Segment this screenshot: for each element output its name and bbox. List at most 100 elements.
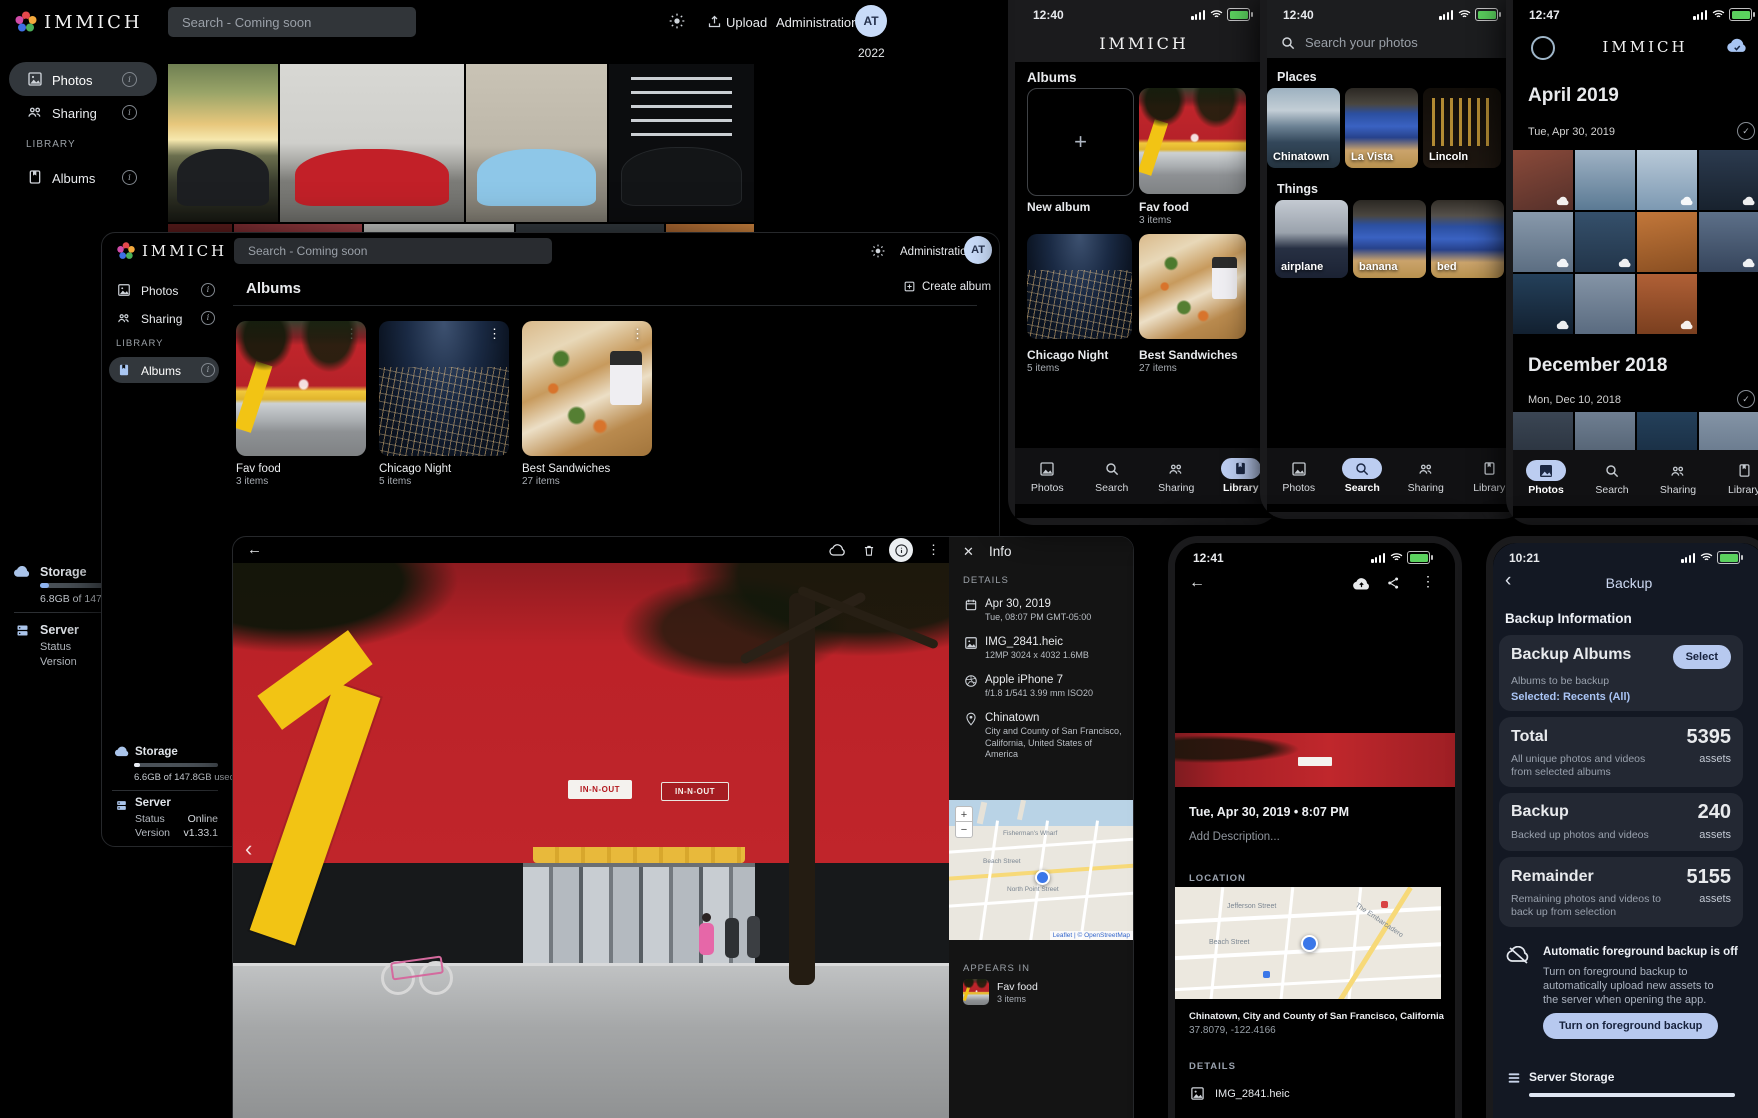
- appears-in-album-thumb[interactable]: [963, 979, 989, 1005]
- photo-viewer[interactable]: IN-N-OUT IN-N-OUT ‹: [233, 563, 949, 1118]
- thing-tile-airplane[interactable]: airplane: [1275, 200, 1348, 278]
- theme-toggle-sun-icon[interactable]: [870, 243, 886, 259]
- theme-toggle-sun-icon[interactable]: [668, 12, 686, 30]
- new-album-card[interactable]: +: [1027, 88, 1134, 196]
- tab-photos[interactable]: Photos: [1267, 448, 1331, 504]
- sidebar-label-albums: Albums: [141, 364, 181, 379]
- back-icon[interactable]: ←: [247, 541, 262, 560]
- tab-search-selected[interactable]: Search: [1331, 448, 1395, 504]
- photo-tile[interactable]: [1575, 150, 1635, 210]
- avatar[interactable]: AT: [855, 5, 887, 37]
- info-icon[interactable]: i: [201, 283, 215, 297]
- description-placeholder[interactable]: Add Description...: [1189, 830, 1280, 844]
- photo-thumbnail[interactable]: [168, 64, 278, 222]
- map[interactable]: Jefferson Street Beach Street The Embarc…: [1175, 887, 1441, 999]
- info-icon[interactable]: i: [122, 72, 137, 87]
- back-icon[interactable]: ←: [1189, 573, 1205, 593]
- thing-tile-bed[interactable]: bed: [1431, 200, 1504, 278]
- place-tile-lincoln[interactable]: Lincoln: [1423, 88, 1501, 168]
- photo-tile[interactable]: [1637, 274, 1697, 334]
- detail-place: Chinatown: [985, 711, 1039, 725]
- immich-logo[interactable]: IMMICH: [14, 8, 134, 38]
- appears-in-album-count: 3 items: [997, 994, 1026, 1005]
- photo-thumbnail[interactable]: [280, 64, 464, 222]
- info-icon[interactable]: i: [122, 170, 137, 185]
- search-input[interactable]: [234, 238, 552, 264]
- album-options-icon[interactable]: ⋮: [488, 326, 501, 342]
- place-tile-la-vista[interactable]: La Vista: [1345, 88, 1418, 168]
- album-count: 27 items: [522, 476, 560, 489]
- tab-label: Photos: [1528, 484, 1564, 496]
- place-tile-chinatown[interactable]: Chinatown: [1267, 88, 1340, 168]
- upload-button[interactable]: Upload: [726, 15, 767, 31]
- more-options-icon[interactable]: ⋮: [927, 542, 940, 558]
- select-day-check[interactable]: ✓: [1737, 122, 1755, 140]
- upload-icon[interactable]: [706, 13, 722, 29]
- innout-sign-right[interactable]: IN-N-OUT: [661, 782, 729, 801]
- thing-tile-banana[interactable]: banana: [1353, 200, 1426, 278]
- map[interactable]: Fisherman's Wharf Beach Street North Poi…: [949, 800, 1133, 940]
- administration-link[interactable]: Administration: [900, 245, 973, 259]
- turn-on-backup-button[interactable]: Turn on foreground backup: [1543, 1013, 1718, 1039]
- backup-card: Backup 240 Backed up photos and videos a…: [1499, 793, 1743, 851]
- map-zoom-out-button[interactable]: −: [955, 821, 973, 838]
- tab-sharing[interactable]: Sharing: [1144, 448, 1209, 504]
- pedestrian-head: [702, 913, 711, 922]
- share-icon[interactable]: [1385, 574, 1401, 591]
- administration-link[interactable]: Administration: [776, 15, 858, 31]
- photo-tile[interactable]: [1637, 212, 1697, 272]
- tab-sharing[interactable]: Sharing: [1394, 448, 1458, 504]
- info-icon[interactable]: i: [201, 363, 215, 377]
- immich-logo[interactable]: IMMICH: [116, 239, 226, 265]
- photo-tile[interactable]: [1513, 212, 1573, 272]
- tab-photos-selected[interactable]: Photos: [1513, 450, 1579, 506]
- select-day-check[interactable]: ✓: [1737, 390, 1755, 408]
- info-icon[interactable]: i: [201, 311, 215, 325]
- create-album-button[interactable]: Create album: [902, 278, 994, 298]
- signal-icon: [1439, 10, 1455, 20]
- search-icon[interactable]: [1279, 34, 1296, 51]
- photo-tile[interactable]: [1637, 150, 1697, 210]
- album-card-chicago-night[interactable]: [1027, 234, 1132, 339]
- detail-filename: IMG_2841.heic: [1215, 1088, 1290, 1102]
- photo-thumbnail[interactable]: [466, 64, 607, 222]
- album-options-icon[interactable]: ⋮: [631, 326, 644, 342]
- cloud-upload-icon[interactable]: [1351, 576, 1371, 591]
- search-input[interactable]: [1305, 30, 1475, 54]
- backup-cloud-icon[interactable]: [1725, 36, 1749, 54]
- tab-sharing[interactable]: Sharing: [1645, 450, 1711, 506]
- sidebar-label-photos: Photos: [52, 73, 92, 89]
- tab-photos[interactable]: Photos: [1015, 448, 1080, 504]
- album-card-best-sandwiches[interactable]: [1139, 234, 1246, 339]
- info-button-active[interactable]: [889, 538, 913, 562]
- trash-icon[interactable]: [861, 542, 876, 558]
- album-card-best-sandwiches[interactable]: ⋮: [522, 321, 652, 456]
- search-input[interactable]: [168, 7, 416, 37]
- cloud-download-icon[interactable]: [829, 543, 846, 556]
- info-icon[interactable]: i: [122, 105, 137, 120]
- avatar[interactable]: AT: [964, 236, 992, 264]
- album-count: 5 items: [1027, 363, 1059, 376]
- tab-search[interactable]: Search: [1080, 448, 1145, 504]
- select-button[interactable]: Select: [1673, 645, 1731, 669]
- photo-tile[interactable]: [1699, 150, 1758, 210]
- appears-in-album-name[interactable]: Fav food: [997, 981, 1038, 994]
- photo-tile[interactable]: [1575, 212, 1635, 272]
- innout-sign-left[interactable]: IN-N-OUT: [568, 780, 632, 799]
- more-options-icon[interactable]: ⋮: [1421, 573, 1435, 591]
- photo-tile[interactable]: [1699, 212, 1758, 272]
- tab-search[interactable]: Search: [1579, 450, 1645, 506]
- photo-tile[interactable]: [1513, 150, 1573, 210]
- album-options-icon[interactable]: ⋮: [345, 326, 358, 342]
- tab-library[interactable]: Library: [1711, 450, 1758, 506]
- album-card-chicago-night[interactable]: ⋮: [379, 321, 509, 456]
- album-card-fav-food[interactable]: [1139, 88, 1246, 194]
- previous-photo-chevron[interactable]: ‹: [245, 835, 252, 863]
- stat-label: Total: [1511, 727, 1548, 747]
- photo-strip[interactable]: [1175, 601, 1455, 795]
- photo-tile[interactable]: [1575, 274, 1635, 334]
- album-card-fav-food[interactable]: ⋮: [236, 321, 366, 456]
- photo-thumbnail[interactable]: [609, 64, 754, 222]
- photo-tile[interactable]: [1513, 274, 1573, 334]
- close-icon[interactable]: ✕: [963, 544, 974, 560]
